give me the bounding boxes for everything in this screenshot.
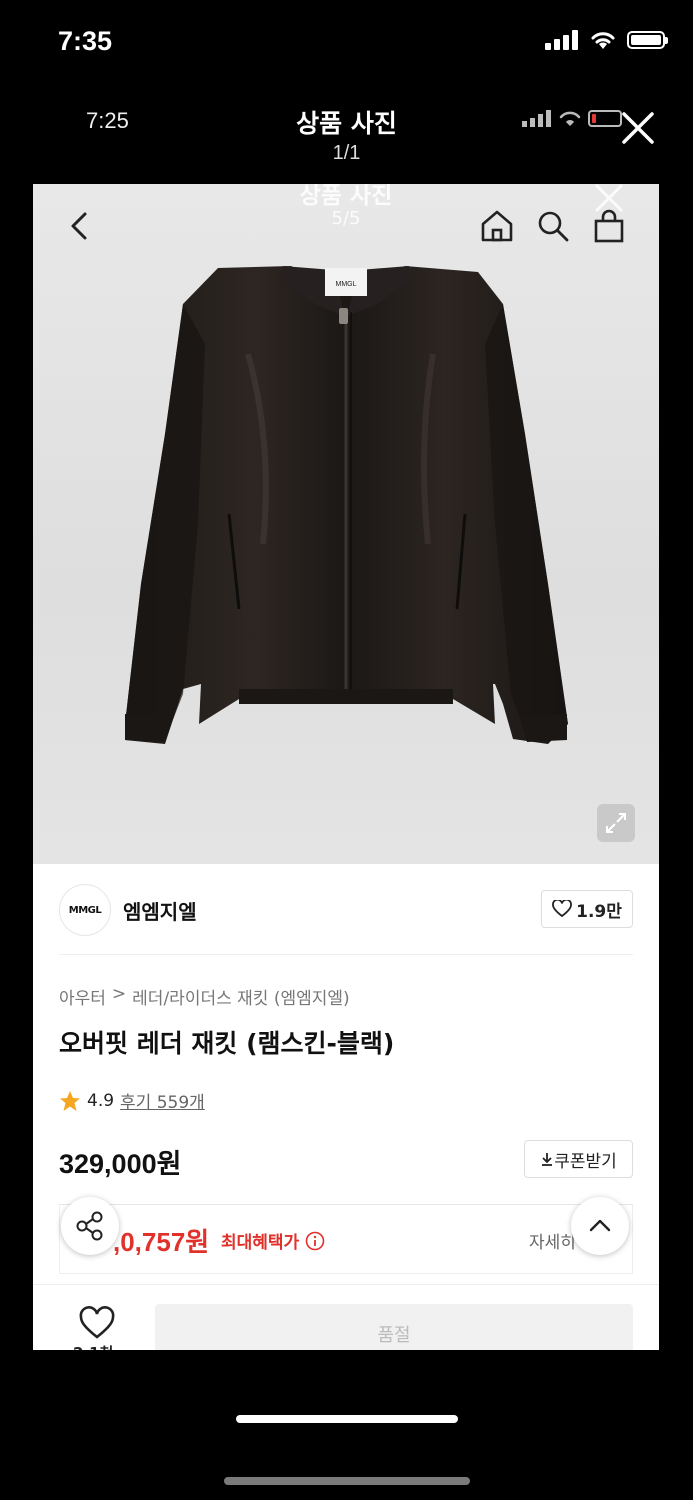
ghost-viewer-title: 상품 사진: [299, 184, 393, 209]
brand-name[interactable]: 엠엠지엘: [123, 896, 197, 925]
like-count: 1.9만: [576, 901, 622, 922]
wifi-icon: [559, 111, 581, 126]
search-icon[interactable]: [535, 208, 571, 244]
breadcrumb-item[interactable]: 레더/라이더스 재킷 (엠엠지엘): [132, 984, 349, 1009]
buy-button[interactable]: 품절: [155, 1304, 633, 1350]
battery-low-icon: [588, 110, 622, 127]
download-icon: [542, 1153, 553, 1166]
battery-icon: [627, 31, 668, 49]
reviews-link[interactable]: 후기 559개: [120, 1088, 205, 1113]
info-icon[interactable]: [305, 1231, 325, 1251]
coupon-button[interactable]: 쿠폰받기: [524, 1140, 633, 1178]
breadcrumb-item[interactable]: 아우터: [59, 984, 106, 1009]
bag-icon[interactable]: [591, 208, 627, 244]
breadcrumb-separator: >: [111, 984, 127, 1004]
chevron-up-icon: [589, 1219, 611, 1232]
screen: 7:35 7:25 상품 사진 1/1 MMGL 상품 사진 5/5 MMGL …: [0, 0, 693, 1500]
benefit-price: ,0,757원: [113, 1227, 210, 1257]
inner-status-icons: [522, 110, 622, 127]
wish-count: 2.1천: [73, 1342, 113, 1350]
signal-icon: [522, 110, 551, 127]
home-indicator[interactable]: [224, 1477, 470, 1485]
expand-button[interactable]: [597, 804, 635, 842]
like-button[interactable]: 1.9만: [541, 890, 633, 928]
rating-value: 4.9: [87, 1090, 115, 1111]
signal-icon: [545, 30, 578, 50]
home-icon[interactable]: [479, 208, 515, 244]
scroll-top-button[interactable]: [571, 1197, 629, 1255]
star-icon: [60, 1090, 80, 1111]
share-button[interactable]: [61, 1197, 119, 1255]
brand-logo[interactable]: MMGL: [59, 884, 111, 936]
leather-jacket-image: MMGL: [125, 266, 568, 744]
home-indicator: [236, 1415, 458, 1423]
svg-text:MMGL: MMGL: [336, 281, 357, 288]
detail-link[interactable]: 자세히: [529, 1228, 576, 1253]
heart-icon: [552, 900, 573, 918]
status-icons: [545, 30, 668, 50]
back-arrow-icon[interactable]: [63, 208, 99, 244]
close-icon[interactable]: [618, 108, 658, 148]
benefit-label-row: 최대혜택가: [221, 1228, 325, 1253]
benefit-label: 최대혜택가: [221, 1233, 300, 1253]
divider: [59, 954, 633, 955]
expand-icon: [606, 813, 626, 833]
viewer-counter: 1/1: [332, 142, 361, 164]
status-time: 7:35: [58, 26, 113, 56]
rating-row: 4.9 후기 559개: [59, 1088, 205, 1113]
share-icon: [76, 1211, 103, 1241]
breadcrumb: 아우터 > 레더/라이더스 재킷 (엠엠지엘): [59, 984, 350, 1009]
product-title: 오버핏 레더 재킷 (램스킨-블랙): [59, 1029, 395, 1058]
heart-icon[interactable]: [77, 1304, 117, 1344]
wifi-icon: [591, 32, 615, 49]
coupon-label: 쿠폰받기: [554, 1151, 617, 1172]
product-photo: MMGL 상품 사진 5/5: [33, 184, 659, 864]
product-screenshot: MMGL 상품 사진 5/5 MMGL 엠엠지엘 1.9만 아우터 > 레더/라…: [33, 184, 659, 1350]
product-price: 329,000원: [59, 1149, 182, 1179]
